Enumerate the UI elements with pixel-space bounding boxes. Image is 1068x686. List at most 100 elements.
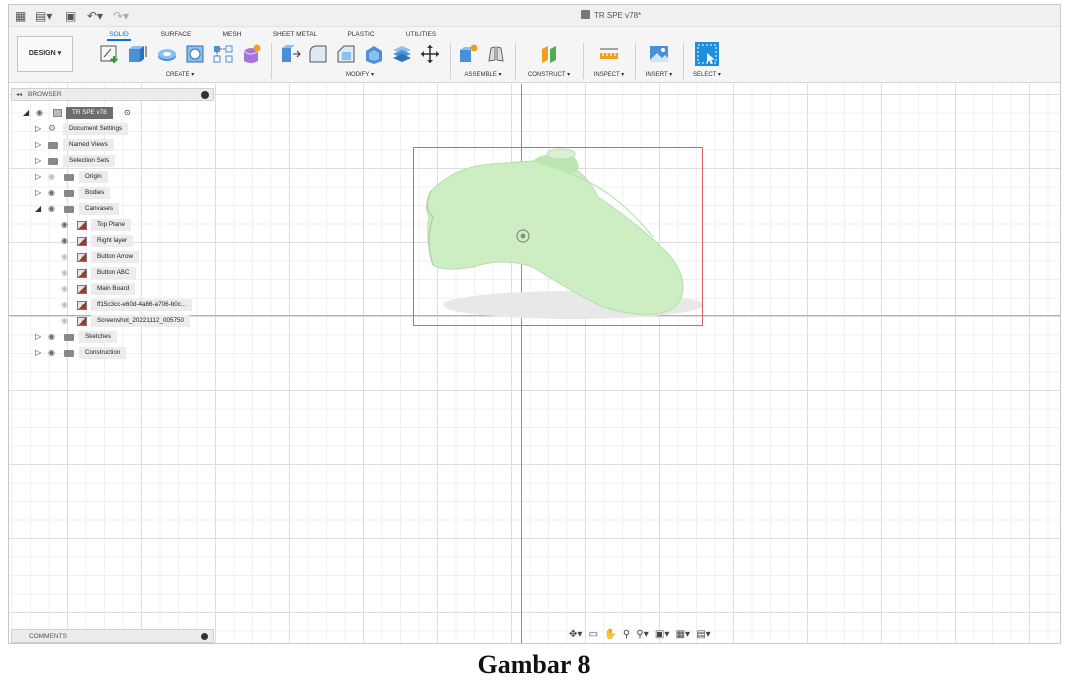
pin-icon[interactable] xyxy=(201,91,209,99)
tree-item-label: Right layer xyxy=(91,235,134,247)
expand-triangle-icon[interactable]: ▷ xyxy=(35,123,43,135)
canvas-image-icon xyxy=(77,253,87,262)
folder-icon xyxy=(48,142,58,149)
viewports-icon[interactable]: ▤▾ xyxy=(696,627,710,643)
create-sketch-icon[interactable] xyxy=(99,43,121,65)
visibility-eye-icon[interactable]: ◉ xyxy=(48,331,58,343)
tab-utilities[interactable]: UTILITIES xyxy=(403,29,439,41)
visibility-eye-icon[interactable]: ◉ xyxy=(61,283,71,295)
tree-item-label: Document Settings xyxy=(63,123,129,135)
visibility-eye-icon[interactable]: ◉ xyxy=(48,347,58,359)
visibility-eye-icon[interactable]: ◉ xyxy=(61,267,71,279)
move-copy-icon[interactable] xyxy=(419,43,441,65)
visibility-eye-icon[interactable]: ◉ xyxy=(36,107,46,119)
visibility-eye-icon[interactable]: ◉ xyxy=(48,171,58,183)
assemble-menu[interactable]: ASSEMBLE ▾ xyxy=(455,70,511,80)
tab-plastic[interactable]: PLASTIC xyxy=(343,29,379,41)
press-pull-icon[interactable] xyxy=(279,43,301,65)
insert-menu[interactable]: INSERT ▾ xyxy=(639,70,679,80)
fit-zoom-icon[interactable]: ⚲▾ xyxy=(636,627,648,643)
folder-icon xyxy=(64,334,74,341)
tree-item-label: Canvases xyxy=(79,203,120,215)
visibility-eye-icon[interactable]: ◉ xyxy=(48,203,58,215)
gear-icon: ⚙ xyxy=(48,124,57,134)
folder-icon xyxy=(64,206,74,213)
tab-solid[interactable]: SOLID xyxy=(107,29,131,41)
create-form-icon[interactable] xyxy=(240,43,262,65)
fillet-icon[interactable] xyxy=(307,43,329,65)
modify-menu[interactable]: MODIFY ▾ xyxy=(335,70,385,80)
undo-icon[interactable]: ↶▾ xyxy=(87,8,103,24)
toolbar-ribbon: DESIGN ▾ SOLID SURFACE MESH SHEET METAL … xyxy=(9,27,1060,83)
save-icon[interactable]: ▣ xyxy=(65,8,76,24)
new-component-icon[interactable] xyxy=(457,43,479,65)
zoom-icon[interactable]: ⚲ xyxy=(623,627,630,643)
expand-triangle-icon[interactable]: ▷ xyxy=(35,155,43,167)
shell-icon[interactable] xyxy=(363,43,385,65)
rectangular-pattern-icon[interactable] xyxy=(212,43,234,65)
folder-icon xyxy=(64,350,74,357)
root-component-label: TR SPE v78 xyxy=(66,107,113,119)
tree-item-label: Screenshot_20221112_005750 xyxy=(91,315,190,327)
chamfer-icon[interactable] xyxy=(335,43,357,65)
folder-icon xyxy=(64,190,74,197)
comments-label: COMMENTS xyxy=(29,633,67,640)
visibility-eye-icon[interactable]: ◉ xyxy=(61,315,71,327)
visibility-eye-icon[interactable]: ◉ xyxy=(61,219,71,231)
expand-triangle-icon[interactable]: ▷ xyxy=(35,187,43,199)
redo-icon[interactable]: ↷▾ xyxy=(113,8,129,24)
tab-sheet-metal[interactable]: SHEET METAL xyxy=(269,29,321,41)
tree-item-label: Button ABC xyxy=(91,267,136,279)
visibility-eye-icon[interactable]: ◉ xyxy=(61,299,71,311)
revolve-icon[interactable] xyxy=(156,43,178,65)
combine-icon[interactable] xyxy=(391,43,413,65)
apps-grid-icon[interactable]: ▦ xyxy=(15,8,26,24)
tree-item-label: Top Plane xyxy=(91,219,132,231)
expand-triangle-icon[interactable]: ▷ xyxy=(35,347,43,359)
document-title-text: TR SPE v78* xyxy=(594,11,642,20)
tab-mesh[interactable]: MESH xyxy=(219,29,245,41)
navigation-bar: ✥▾ ▭ ✋ ⚲ ⚲▾ ▣▾ ▦▾ ▤▾ xyxy=(569,627,741,643)
canvas-image-icon xyxy=(77,269,87,278)
expand-triangle-icon[interactable]: ▷ xyxy=(35,171,43,183)
add-comment-icon[interactable] xyxy=(201,633,208,640)
visibility-eye-icon[interactable]: ◉ xyxy=(61,251,71,263)
active-target-icon[interactable]: ⊙ xyxy=(124,107,131,119)
orbit-icon[interactable]: ✥▾ xyxy=(569,627,582,643)
workspace-switcher-button[interactable]: DESIGN ▾ xyxy=(17,36,73,72)
expand-triangle-icon[interactable]: ▷ xyxy=(35,331,43,343)
create-menu[interactable]: CREATE ▾ xyxy=(155,70,205,80)
measure-icon[interactable] xyxy=(598,43,620,65)
model-bounding-box xyxy=(413,147,703,326)
collapse-triangle-icon[interactable]: ◢ xyxy=(35,203,43,215)
offset-plane-icon[interactable] xyxy=(538,43,560,65)
tree-item-label: Main Board xyxy=(91,283,136,295)
hole-icon[interactable] xyxy=(184,43,206,65)
file-menu-icon[interactable]: ▤▾ xyxy=(35,8,52,24)
joint-icon[interactable] xyxy=(485,43,507,65)
grid-settings-icon[interactable]: ▦▾ xyxy=(676,627,690,643)
tab-surface[interactable]: SURFACE xyxy=(156,29,196,41)
app-window: ▦ ▤▾ ▣ ↶▾ ↷▾ TR SPE v78* DESIGN ▾ SOLID … xyxy=(0,0,1068,686)
insert-canvas-icon[interactable] xyxy=(648,43,670,65)
tree-item-label: Construction xyxy=(79,347,127,359)
tree-item-label: Sketches xyxy=(79,331,117,343)
collapse-icon[interactable]: ◂◂ xyxy=(16,89,22,101)
visibility-eye-icon[interactable]: ◉ xyxy=(48,187,58,199)
construct-menu[interactable]: CONSTRUCT ▾ xyxy=(519,70,579,80)
display-settings-icon[interactable]: ▣▾ xyxy=(655,627,669,643)
visibility-eye-icon[interactable]: ◉ xyxy=(61,235,71,247)
select-icon[interactable] xyxy=(695,42,719,66)
select-menu[interactable]: SELECT ▾ xyxy=(687,70,727,80)
extrude-icon[interactable] xyxy=(126,43,148,65)
inspect-menu[interactable]: INSPECT ▾ xyxy=(587,70,631,80)
collapse-triangle-icon[interactable]: ◢ xyxy=(23,107,31,119)
tree-item-label: Bodies xyxy=(79,187,111,199)
expand-triangle-icon[interactable]: ▷ xyxy=(35,139,43,151)
browser-panel-header[interactable]: ◂◂ BROWSER xyxy=(11,88,214,101)
folder-icon xyxy=(64,174,74,181)
comments-panel[interactable]: COMMENTS xyxy=(11,629,214,643)
tree-item-label: Button Arrow xyxy=(91,251,140,263)
look-at-icon[interactable]: ▭ xyxy=(589,627,598,643)
pan-hand-icon[interactable]: ✋ xyxy=(604,627,616,643)
